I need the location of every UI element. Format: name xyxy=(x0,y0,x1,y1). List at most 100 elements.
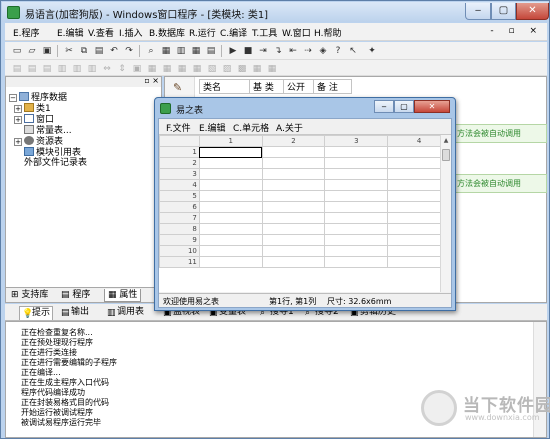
tab-program[interactable]: ▤ 程序 xyxy=(58,289,93,302)
grid-cell[interactable] xyxy=(261,168,326,180)
menu-edit[interactable]: E.编辑 xyxy=(57,26,84,39)
run-icon[interactable]: ▶ xyxy=(227,45,239,57)
grid-cell-selected[interactable] xyxy=(198,146,263,158)
expand-icon[interactable]: + xyxy=(14,116,22,124)
class-definition-table[interactable]: 类名 基 类 公开 备 注 xyxy=(199,79,352,94)
grid-cell[interactable] xyxy=(324,223,389,235)
breakpoint-icon[interactable]: ◈ xyxy=(317,45,329,57)
tree-item-external-files[interactable]: 外部文件记录表 xyxy=(24,158,87,169)
tab-hint[interactable]: 💡提示 xyxy=(19,306,54,320)
send-back-icon[interactable]: ▨ xyxy=(221,63,233,75)
menu-compile[interactable]: C.编译 xyxy=(220,26,247,39)
grid-table[interactable]: 1 2 3 4 1 2 3 4 5 6 7 8 9 10 11 xyxy=(159,135,451,268)
grid-cell[interactable] xyxy=(261,201,326,213)
grid-cell[interactable] xyxy=(198,212,263,224)
spreadsheet-grid[interactable]: 1 2 3 4 1 2 3 4 5 6 7 8 9 10 11 ▲ xyxy=(159,134,451,292)
cut-icon[interactable]: ✂ xyxy=(63,45,75,57)
tab-call-table[interactable]: ▥调用表 xyxy=(105,306,146,320)
grid-cell[interactable] xyxy=(324,168,389,180)
tab-support-library[interactable]: ⊞ 支持库 xyxy=(8,289,51,302)
dialog-menu-file[interactable]: F.文件 xyxy=(166,121,191,134)
panel-icon[interactable]: ▥ xyxy=(175,45,187,57)
grid-snap-icon[interactable]: ▦ xyxy=(266,63,278,75)
grid-cell[interactable] xyxy=(198,234,263,246)
redo-icon[interactable]: ↷ xyxy=(123,45,135,57)
grid-cell[interactable] xyxy=(324,190,389,202)
grid-cell[interactable] xyxy=(261,146,326,158)
window-layout-icon[interactable]: ▦ xyxy=(160,45,172,57)
context-help-icon[interactable]: ↖ xyxy=(347,45,359,57)
same-height-icon[interactable]: ⇕ xyxy=(116,63,128,75)
grid-cell[interactable] xyxy=(198,190,263,202)
row-header[interactable]: 3 xyxy=(159,168,200,180)
grid-cell[interactable] xyxy=(261,179,326,191)
menu-window[interactable]: W.窗口 xyxy=(282,26,311,39)
dialog-maximize-button[interactable]: ▢ xyxy=(394,100,414,113)
scroll-up-icon[interactable]: ▲ xyxy=(441,137,451,144)
grid-cell[interactable] xyxy=(261,256,326,268)
grid-cell[interactable] xyxy=(261,245,326,257)
menu-run[interactable]: R.运行 xyxy=(189,26,216,39)
grid-cell[interactable] xyxy=(198,168,263,180)
grid-cell[interactable] xyxy=(324,179,389,191)
grid-cell[interactable] xyxy=(324,146,389,158)
grid-cell[interactable] xyxy=(261,157,326,169)
grid-cell[interactable] xyxy=(324,245,389,257)
grid-icon[interactable]: ▦ xyxy=(190,45,202,57)
list-icon[interactable]: ▤ xyxy=(205,45,217,57)
row-header[interactable]: 2 xyxy=(159,157,200,169)
menu-program[interactable]: E.程序 xyxy=(13,26,40,39)
paste-icon[interactable]: ▤ xyxy=(93,45,105,57)
maximize-button[interactable]: ▢ xyxy=(491,3,516,20)
row-header[interactable]: 1 xyxy=(159,146,200,158)
row-header[interactable]: 5 xyxy=(159,190,200,202)
step-over-icon[interactable]: ↴ xyxy=(272,45,284,57)
menu-help[interactable]: H.帮助 xyxy=(314,26,341,39)
dialog-title-bar[interactable]: 易之表 ‒ ▢ ✕ xyxy=(158,100,452,117)
binoculars-icon[interactable]: ✦ xyxy=(366,45,378,57)
dialog-menu-cell[interactable]: C.单元格 xyxy=(233,121,269,134)
grid-cell[interactable] xyxy=(198,223,263,235)
row-header[interactable]: 10 xyxy=(159,245,200,257)
run-to-cursor-icon[interactable]: ⇢ xyxy=(302,45,314,57)
grid-cell[interactable] xyxy=(261,212,326,224)
grid-cell[interactable] xyxy=(324,212,389,224)
menu-insert[interactable]: I.插入 xyxy=(119,26,143,39)
step-into-icon[interactable]: ⇥ xyxy=(257,45,269,57)
column-header[interactable]: 1 xyxy=(198,135,263,147)
align-middle-icon[interactable]: ▥ xyxy=(71,63,83,75)
row-header[interactable]: 6 xyxy=(159,201,200,213)
menu-database[interactable]: B.数据库 xyxy=(149,26,185,39)
expand-icon[interactable]: + xyxy=(14,105,22,113)
grid-cell[interactable] xyxy=(198,201,263,213)
dialog-menu-about[interactable]: A.关于 xyxy=(276,121,303,134)
tab-output[interactable]: ▤输出 xyxy=(59,306,91,320)
align-top-icon[interactable]: ▥ xyxy=(56,63,68,75)
same-width-icon[interactable]: ⇔ xyxy=(101,63,113,75)
row-header[interactable]: 8 xyxy=(159,223,200,235)
v-spacing-icon[interactable]: ▦ xyxy=(161,63,173,75)
h-spacing-icon[interactable]: ▦ xyxy=(146,63,158,75)
align-center-icon[interactable]: ▤ xyxy=(26,63,38,75)
tab-order-icon[interactable]: ▦ xyxy=(251,63,263,75)
row-header[interactable]: 9 xyxy=(159,234,200,246)
minimize-button[interactable]: ‒ xyxy=(465,3,491,20)
expand-icon[interactable]: + xyxy=(14,138,22,146)
bring-front-icon[interactable]: ▧ xyxy=(206,63,218,75)
dialog-close-button[interactable]: ✕ xyxy=(414,100,450,113)
new-file-icon[interactable]: ▭ xyxy=(11,45,23,57)
align-bottom-icon[interactable]: ▥ xyxy=(86,63,98,75)
find-icon[interactable]: ⌕ xyxy=(145,45,157,57)
same-size-icon[interactable]: ▣ xyxy=(131,63,143,75)
align-right-icon[interactable]: ▤ xyxy=(41,63,53,75)
dialog-minimize-button[interactable]: ‒ xyxy=(374,100,394,113)
grid-cell[interactable] xyxy=(261,223,326,235)
center-h-icon[interactable]: ▦ xyxy=(176,63,188,75)
row-header[interactable]: 4 xyxy=(159,179,200,191)
open-folder-icon[interactable]: ▱ xyxy=(26,45,38,57)
scroll-thumb[interactable] xyxy=(442,149,450,161)
row-header[interactable]: 11 xyxy=(159,256,200,268)
align-left-icon[interactable]: ▤ xyxy=(11,63,23,75)
column-header[interactable]: 2 xyxy=(261,135,326,147)
grid-cell[interactable] xyxy=(198,157,263,169)
